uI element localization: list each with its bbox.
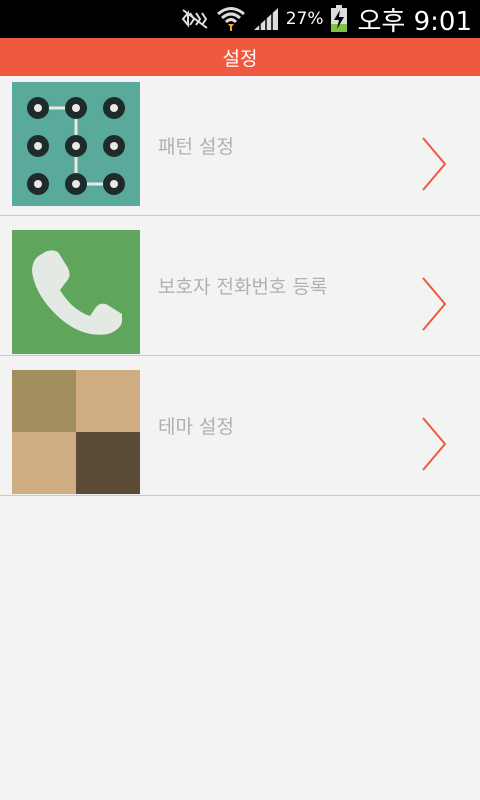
signal-icon <box>252 6 280 32</box>
settings-item-guardian-phone[interactable]: 보호자 전화번호 등록 <box>0 216 480 356</box>
settings-item-label: 테마 설정 <box>158 416 234 438</box>
status-bar: 27% 오후 9:01 <box>0 0 480 38</box>
settings-item-theme[interactable]: 테마 설정 <box>0 356 480 496</box>
clock: 오후 9:01 <box>357 6 473 37</box>
app-bar: 설정 <box>0 38 480 76</box>
theme-icon <box>12 370 140 494</box>
settings-list: 패턴 설정 보호자 전화번호 등록 테마 설정 <box>0 76 480 496</box>
phone-icon <box>12 230 140 354</box>
chevron-right-icon <box>420 416 448 476</box>
page-title: 설정 <box>222 47 258 70</box>
pattern-lock-icon <box>12 82 140 206</box>
settings-item-label: 패턴 설정 <box>158 136 234 158</box>
settings-item-label: 보호자 전화번호 등록 <box>158 276 328 298</box>
battery-percent: 27% <box>285 9 324 29</box>
chevron-right-icon <box>420 276 448 336</box>
chevron-right-icon <box>420 136 448 196</box>
settings-item-pattern[interactable]: 패턴 설정 <box>0 76 480 216</box>
battery-charging-icon <box>330 5 348 33</box>
mute-icon <box>180 7 210 31</box>
wifi-icon <box>216 5 246 33</box>
